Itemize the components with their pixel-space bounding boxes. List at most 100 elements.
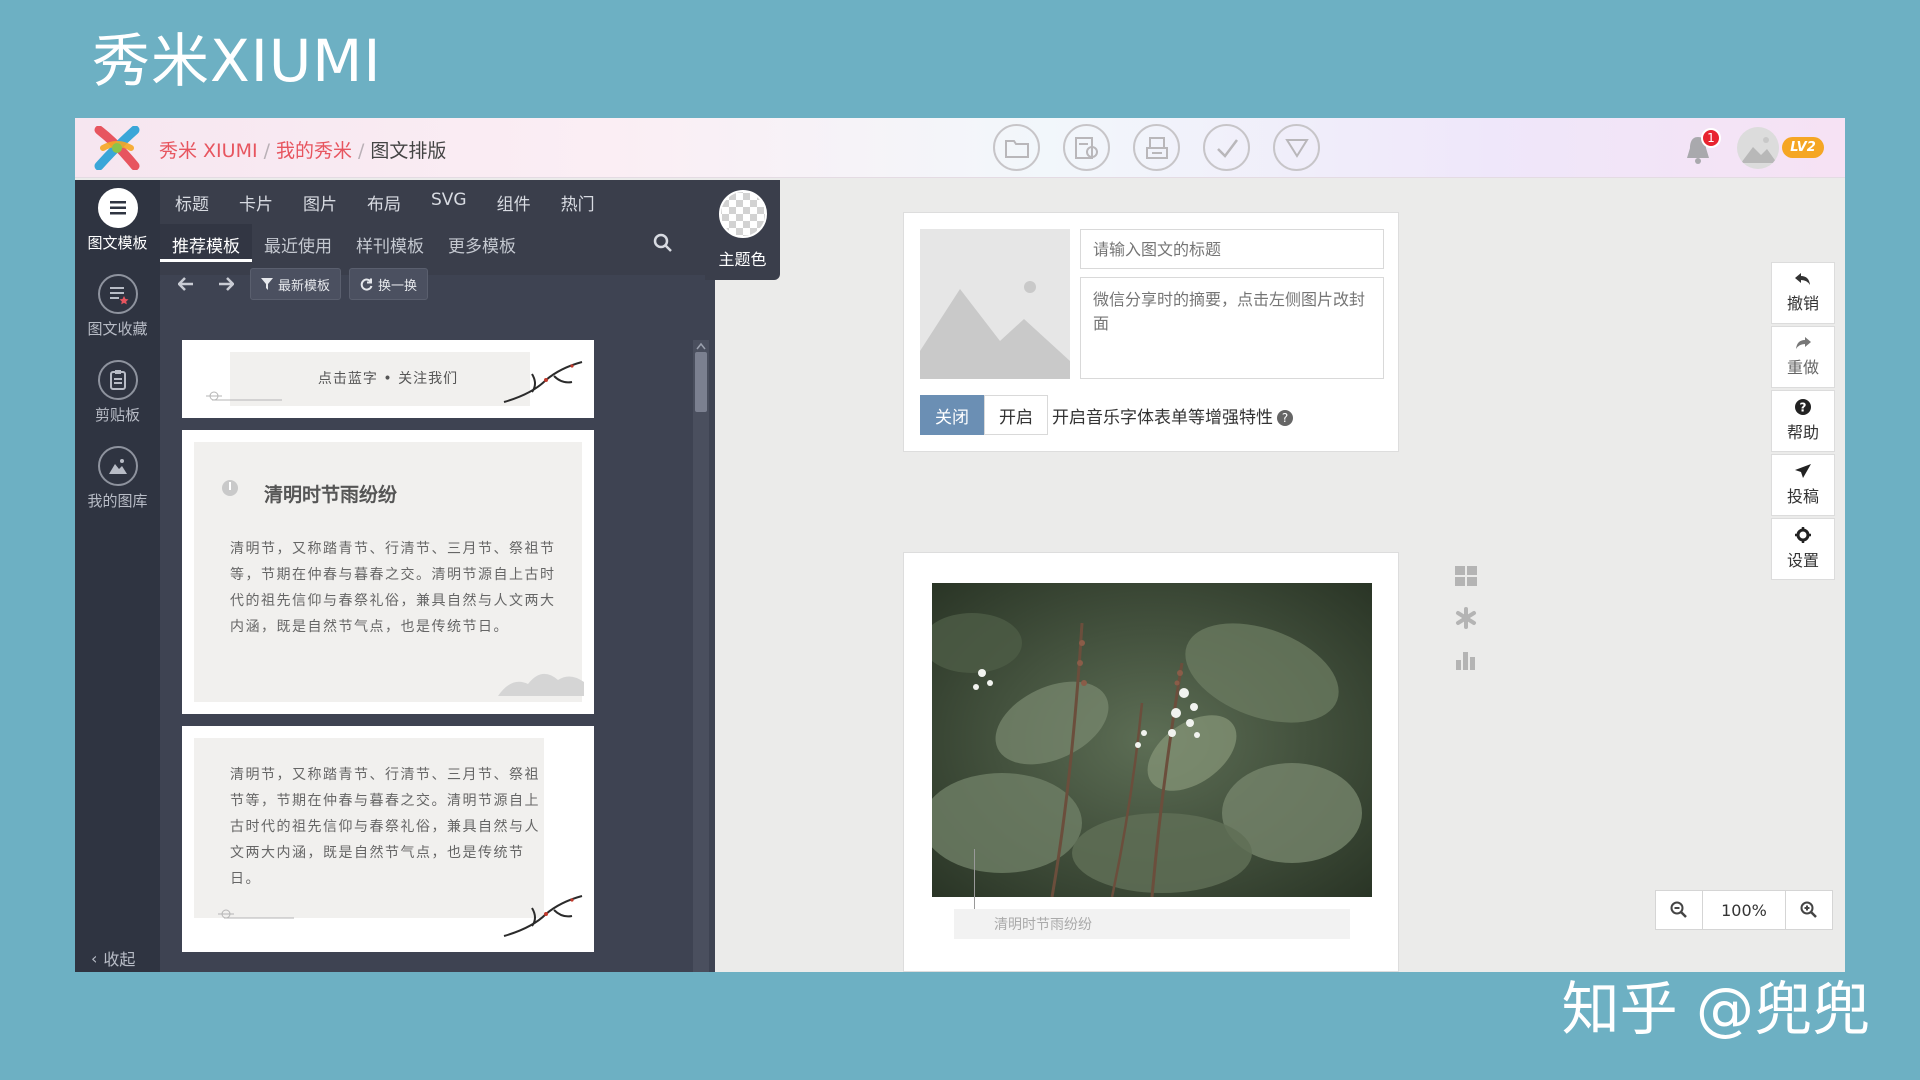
triangle-down-icon (1284, 138, 1309, 158)
toggle-off-button[interactable]: 关闭 (920, 395, 984, 435)
image-caption[interactable]: 清明时节雨纷纷 (954, 909, 1350, 939)
clipboard-icon (109, 370, 126, 390)
header-tools (993, 124, 1320, 171)
help-button[interactable]: ? 帮助 (1771, 390, 1835, 452)
scroll-up-icon[interactable] (696, 342, 706, 350)
submit-button[interactable]: 投稿 (1771, 454, 1835, 516)
template-body: 清明节，又称踏青节、行清节、三月节、祭祖节等，节期在仲春与暮春之交。清明节源自上… (230, 767, 540, 887)
category-tabs: 标题 卡片 图片 布局 SVG 组件 热门 (175, 190, 625, 215)
enhanced-features-label: 开启音乐字体表单等增强特性? (1052, 403, 1293, 428)
xiumi-logo[interactable] (93, 126, 141, 170)
question-icon[interactable]: ? (1277, 410, 1293, 426)
template-card[interactable]: 清明时节雨纷纷 清明节，又称踏青节、行清节、三月节、祭祖节等，节期在仲春与暮春之… (182, 430, 594, 714)
cloud-line-icon (218, 909, 294, 919)
zoom-in-icon (1800, 901, 1817, 918)
zoom-out-button[interactable] (1656, 891, 1702, 929)
article-info-card: 关闭 开启 开启音乐字体表单等增强特性? (903, 212, 1399, 452)
redo-button[interactable]: 重做 (1771, 326, 1835, 388)
prev-page-button[interactable] (170, 268, 202, 300)
tab-component[interactable]: 组件 (497, 190, 531, 215)
more-dropdown-button[interactable] (1273, 124, 1320, 171)
left-rail: 图文模板 图文收藏 剪贴板 我的图库 ‹ 收起 (75, 180, 160, 972)
theme-color-label: 主题色 (718, 250, 767, 269)
tab-title[interactable]: 标题 (175, 190, 209, 215)
tab-more[interactable]: 更多模板 (436, 224, 528, 262)
preview-button[interactable] (1063, 124, 1110, 171)
folder-icon (1004, 139, 1029, 158)
latest-templates-button[interactable]: 最新模板 (250, 268, 342, 300)
template-card[interactable]: 点击蓝字 • 关注我们 (182, 340, 594, 418)
tab-card[interactable]: 卡片 (239, 190, 273, 215)
scrollbar-thumb[interactable] (695, 352, 707, 412)
redo-label: 重做 (1786, 358, 1819, 377)
tab-image[interactable]: 图片 (303, 190, 337, 215)
paper-plane-icon (1795, 464, 1811, 478)
print-button[interactable] (1133, 124, 1180, 171)
template-panel: 标题 卡片 图片 布局 SVG 组件 热门 推荐模板 最近使用 样刊模板 更多模… (160, 180, 780, 972)
grid-icon[interactable] (1453, 564, 1479, 588)
canvas-side-tools (1453, 564, 1479, 672)
top-header: 秀米 XIUMI / 我的秀米 / 图文排版 1 LV2 (75, 118, 1845, 178)
asterisk-icon[interactable] (1453, 606, 1479, 630)
rail-item-gallery[interactable]: 我的图库 (75, 446, 160, 511)
chevron-left-icon: ‹ (91, 948, 98, 968)
plum-branch-icon (503, 895, 583, 937)
tab-sample[interactable]: 样刊模板 (344, 224, 436, 262)
right-action-bar: 撤销 重做 ? 帮助 投稿 设置 (1771, 262, 1835, 582)
editor-canvas[interactable]: 清明时节雨纷纷 (903, 552, 1399, 972)
zoom-level: 100% (1702, 891, 1786, 929)
rail-item-favorites[interactable]: 图文收藏 (75, 274, 160, 339)
next-page-button[interactable] (210, 268, 242, 300)
plant-photo-image (932, 583, 1372, 897)
avatar-mountain-icon (1741, 137, 1777, 163)
avatar[interactable] (1737, 127, 1779, 169)
tab-recent[interactable]: 最近使用 (252, 224, 344, 262)
submit-label: 投稿 (1786, 487, 1819, 506)
favorites-list-icon (109, 287, 128, 305)
undo-icon (1795, 273, 1810, 285)
breadcrumb-my-xiumi[interactable]: 我的秀米 (276, 140, 352, 162)
tab-hot[interactable]: 热门 (561, 190, 595, 215)
tab-svg[interactable]: SVG (431, 190, 467, 215)
template-body: 清明节，又称踏青节、行清节、三月节、祭祖节等，节期在仲春与暮春之交。清明节源自上… (230, 541, 556, 635)
ink-mountain-icon (498, 673, 584, 696)
zoom-out-icon (1670, 901, 1687, 918)
zoom-control: 100% (1655, 890, 1833, 930)
article-summary-input[interactable] (1080, 277, 1384, 379)
rail-item-label: 图文模板 (87, 234, 148, 252)
bar-chart-icon[interactable] (1453, 648, 1479, 672)
open-folder-button[interactable] (993, 124, 1040, 171)
breadcrumb-home[interactable]: 秀米 XIUMI (159, 140, 258, 162)
collapse-label: 收起 (103, 950, 136, 969)
settings-label: 设置 (1786, 551, 1819, 570)
help-icon: ? (1795, 399, 1811, 415)
toggle-on-button[interactable]: 开启 (984, 395, 1048, 435)
rail-item-label: 剪贴板 (94, 406, 140, 424)
template-card[interactable]: 清明节，又称踏青节、行清节、三月节、祭祖节等，节期在仲春与暮春之交。清明节源自上… (182, 726, 594, 952)
rail-icon-container (97, 274, 138, 314)
cover-image-picker[interactable] (920, 229, 1070, 379)
settings-button[interactable]: 设置 (1771, 518, 1835, 580)
swap-button[interactable]: 换一换 (349, 268, 429, 300)
content-photo[interactable] (932, 583, 1372, 897)
checkmark-icon (1216, 138, 1238, 158)
undo-button[interactable]: 撤销 (1771, 262, 1835, 324)
rail-item-clipboard[interactable]: 剪贴板 (75, 360, 160, 425)
breadcrumb-separator: / (263, 140, 270, 162)
rail-item-label: 我的图库 (87, 492, 148, 510)
list-icon (109, 201, 126, 215)
rail-item-templates[interactable]: 图文模板 (75, 188, 160, 253)
collapse-button[interactable]: ‹ 收起 (91, 944, 135, 972)
save-check-button[interactable] (1203, 124, 1250, 171)
search-icon[interactable] (652, 232, 674, 254)
tab-layout[interactable]: 布局 (367, 190, 401, 215)
zoom-in-button[interactable] (1786, 891, 1832, 929)
template-scrollbar[interactable] (693, 340, 709, 972)
help-label: 帮助 (1786, 423, 1819, 442)
article-title-input[interactable] (1080, 229, 1384, 269)
tab-recommended[interactable]: 推荐模板 (160, 224, 252, 262)
rail-icon-container (97, 446, 138, 486)
notification-badge: 1 (1701, 128, 1721, 148)
theme-color-picker[interactable]: 主题色 (705, 180, 780, 280)
rail-item-label: 图文收藏 (87, 320, 148, 338)
